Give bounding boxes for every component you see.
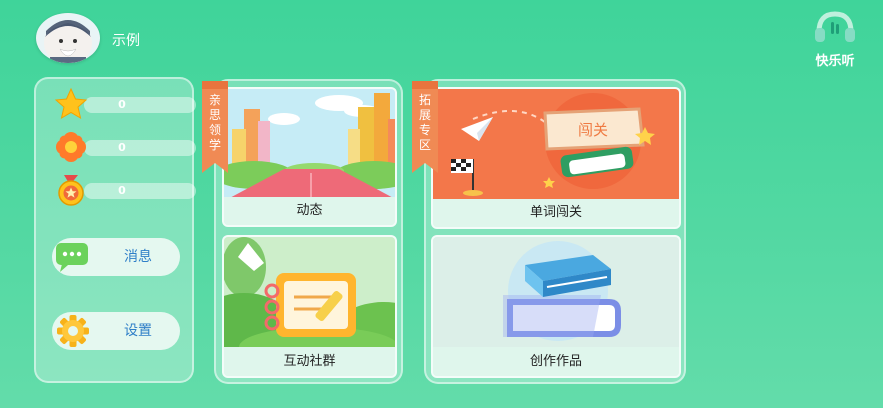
ribbon-char: 拓	[418, 93, 431, 107]
level-sign-text: 闯关	[578, 121, 608, 139]
feed-card[interactable]: 动态	[222, 87, 397, 227]
chat-icon	[56, 243, 88, 272]
ribbon-char: 专	[418, 123, 431, 137]
settings-button[interactable]: 设置	[52, 312, 180, 350]
extension-zone-ribbon: 拓 展 专 区	[412, 81, 438, 173]
word-challenge-label: 单词闯关	[433, 199, 679, 227]
word-challenge-illustration: 闯关	[433, 89, 679, 201]
creations-card[interactable]: 创作作品	[431, 235, 681, 378]
messages-label: 消息	[124, 249, 152, 265]
creations-illustration	[433, 237, 679, 351]
headphones-icon	[815, 11, 855, 42]
feed-illustration	[224, 89, 395, 201]
flower-icon	[56, 132, 86, 162]
username: 示例	[112, 33, 140, 49]
parent-learning-ribbon: 亲 思 领 学	[202, 81, 228, 173]
ribbon-char: 领	[208, 123, 221, 137]
stat-row-medals: 0	[54, 173, 196, 207]
ribbon-text: 亲 思 领 学	[202, 93, 228, 153]
gear-icon	[57, 315, 89, 347]
stat-row-stars: 0	[54, 87, 196, 121]
feed-label: 动态	[224, 197, 395, 225]
extension-zone-panel: 闯关 单词闯关 创作作品	[424, 79, 686, 384]
creations-label: 创作作品	[433, 347, 679, 376]
ribbon-char: 展	[418, 108, 431, 122]
messages-button[interactable]: 消息	[52, 238, 180, 276]
community-card[interactable]: 互动社群	[222, 235, 397, 378]
flower-count: 0	[118, 141, 126, 154]
ribbon-text: 拓 展 专 区	[412, 93, 438, 153]
word-challenge-art: 闯关	[451, 93, 655, 196]
community-label: 互动社群	[224, 347, 395, 376]
community-illustration	[224, 237, 395, 351]
ribbon-char: 区	[418, 138, 431, 152]
avatar[interactable]	[36, 13, 100, 63]
ribbon-char: 亲	[208, 93, 221, 107]
medal-icon	[58, 175, 84, 206]
stat-row-flowers: 0	[54, 130, 196, 164]
happy-listen-button[interactable]: 快乐听	[808, 10, 862, 69]
ribbon-char: 学	[208, 138, 221, 152]
parent-learning-panel: 动态 互动社群	[214, 79, 403, 384]
profile-stats-panel: 0 0 0 消息 设置	[34, 77, 196, 383]
ribbon-char: 思	[208, 108, 221, 122]
settings-label: 设置	[124, 323, 152, 339]
medal-count: 0	[118, 184, 126, 197]
star-count: 0	[118, 98, 126, 111]
avatar-image	[44, 20, 92, 63]
happy-listen-label: 快乐听	[815, 54, 855, 69]
word-challenge-card[interactable]: 闯关 单词闯关	[431, 87, 681, 229]
star-icon	[54, 87, 88, 120]
